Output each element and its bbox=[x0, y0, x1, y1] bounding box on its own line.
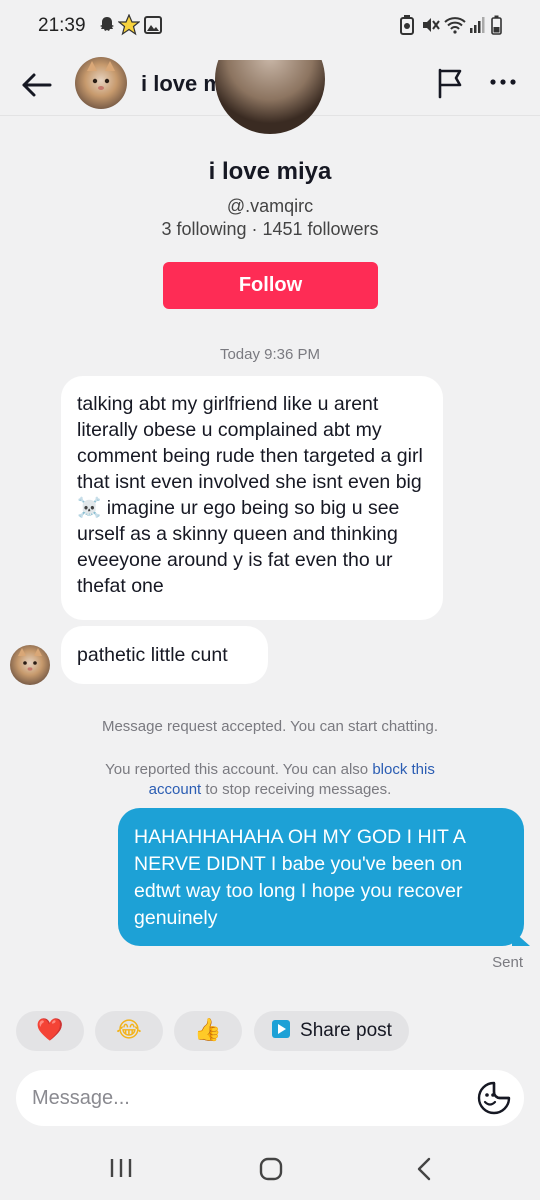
profile-handle: @.vamqirc bbox=[226, 196, 314, 216]
battery-icon bbox=[490, 14, 502, 36]
flag-icon[interactable] bbox=[436, 67, 466, 99]
share-post-label: Share post bbox=[300, 1020, 392, 1041]
message-input[interactable] bbox=[32, 1082, 452, 1114]
back-arrow-icon[interactable] bbox=[20, 68, 54, 102]
outgoing-message[interactable]: HAHAHHAHAHA OH MY GOD I HIT A NERVE DIDN… bbox=[118, 808, 524, 946]
share-post-button[interactable]: Share post bbox=[254, 1011, 409, 1051]
wifi-icon bbox=[443, 14, 467, 36]
signal-icon bbox=[468, 14, 486, 36]
snapchat-ghost-icon bbox=[96, 14, 118, 36]
avatar[interactable] bbox=[75, 57, 127, 109]
profile-stats: 3 following · 1451 followers bbox=[161, 219, 379, 239]
laugh-reaction-button[interactable]: 😂 bbox=[95, 1011, 163, 1051]
sent-status: Sent bbox=[492, 954, 523, 971]
thumbs-up-reaction-button[interactable]: 👍 bbox=[174, 1011, 242, 1051]
report-text-prefix: You reported this account. You can also bbox=[105, 761, 373, 778]
system-message-accepted: Message request accepted. You can start … bbox=[101, 718, 439, 735]
more-icon[interactable] bbox=[486, 67, 520, 97]
share-post-icon bbox=[271, 1019, 291, 1044]
heart-reaction-button[interactable]: ❤️ bbox=[16, 1011, 84, 1051]
emoji-sticker-icon[interactable] bbox=[476, 1080, 512, 1116]
follow-button[interactable]: Follow bbox=[163, 262, 378, 309]
star-badge-icon bbox=[118, 14, 140, 36]
incoming-message[interactable]: pathetic little cunt bbox=[61, 626, 268, 684]
battery-saver-icon bbox=[398, 14, 416, 36]
image-icon bbox=[143, 14, 163, 36]
heart-icon: ❤️ bbox=[36, 1018, 64, 1043]
profile-avatar[interactable] bbox=[215, 60, 325, 134]
sender-avatar[interactable] bbox=[10, 645, 50, 685]
nav-back-icon[interactable] bbox=[414, 1156, 434, 1182]
thumbs-up-icon: 👍 bbox=[194, 1018, 222, 1043]
system-message-reported: You reported this account. You can also … bbox=[80, 760, 460, 800]
message-composer bbox=[16, 1070, 524, 1126]
incoming-message[interactable]: talking abt my girlfriend like u arent l… bbox=[61, 376, 443, 620]
status-time: 21:39 bbox=[38, 15, 86, 36]
laughing-face-icon: 😂 bbox=[116, 1018, 142, 1043]
system-nav-bar bbox=[0, 1136, 540, 1200]
message-timestamp: Today 9:36 PM bbox=[219, 346, 321, 363]
profile-name: i love miya bbox=[208, 158, 332, 185]
mute-icon bbox=[420, 14, 440, 36]
home-icon[interactable] bbox=[258, 1156, 284, 1182]
recent-apps-icon[interactable] bbox=[108, 1156, 134, 1180]
report-text-suffix: to stop receiving messages. bbox=[201, 781, 392, 798]
status-bar: 21:39 bbox=[0, 0, 540, 54]
